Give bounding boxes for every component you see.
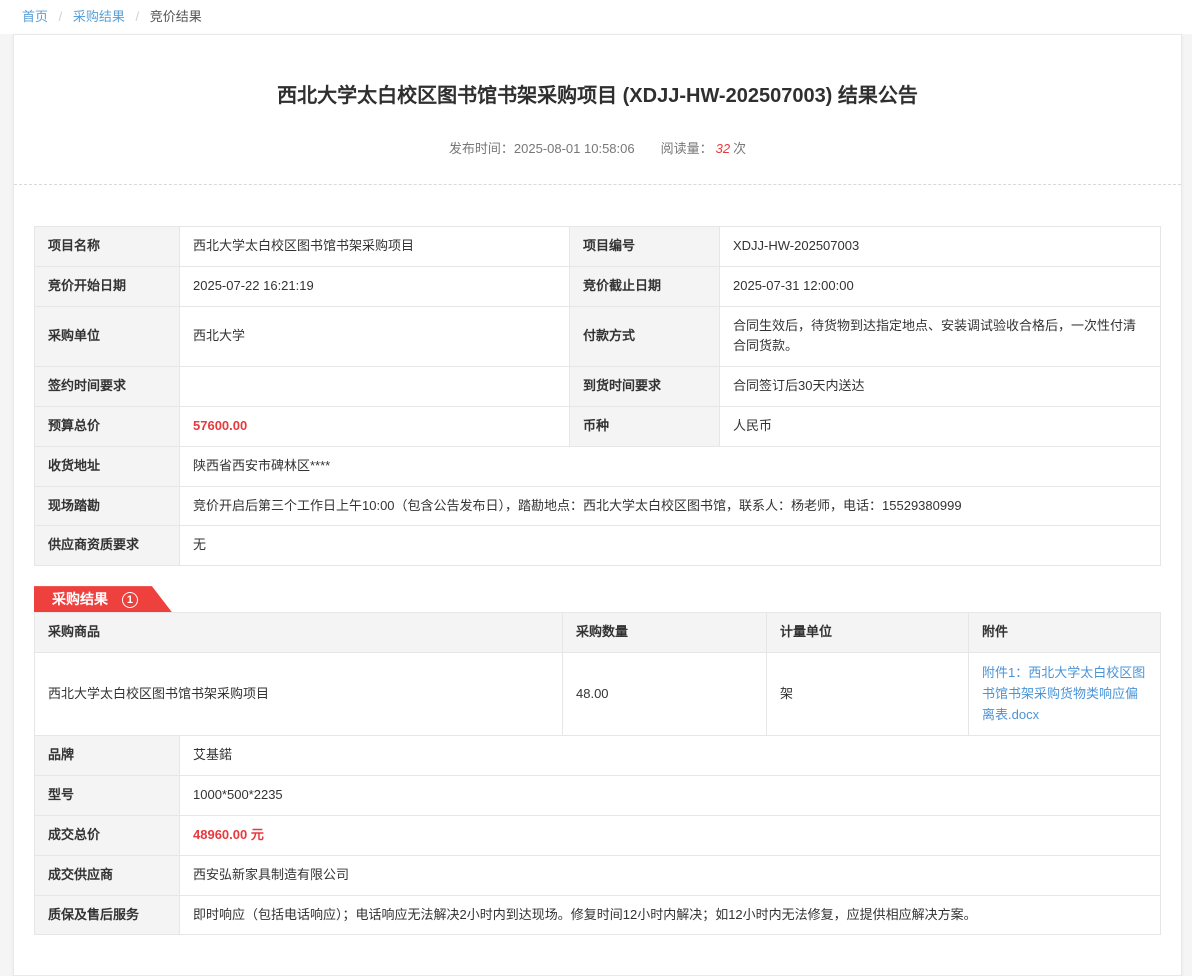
project-number-value: XDJJ-HW-202507003 bbox=[720, 227, 1161, 267]
delivery-address-label: 收货地址 bbox=[35, 446, 180, 486]
bid-start-label: 竞价开始日期 bbox=[35, 266, 180, 306]
breadcrumb-separator: / bbox=[136, 9, 140, 24]
breadcrumb: 首页 / 采购结果 / 竞价结果 bbox=[0, 0, 1192, 34]
read-count-unit: 次 bbox=[733, 141, 746, 156]
badge-label: 采购结果 bbox=[52, 591, 108, 607]
signing-time-label: 签约时间要求 bbox=[35, 367, 180, 407]
project-number-label: 项目编号 bbox=[570, 227, 720, 267]
winning-supplier-label: 成交供应商 bbox=[35, 855, 180, 895]
deal-total-price-label: 成交总价 bbox=[35, 815, 180, 855]
model-value: 1000*500*2235 bbox=[180, 776, 1161, 816]
purchaser-value: 西北大学 bbox=[180, 306, 570, 367]
table-row: 成交供应商 西安弘新家具制造有限公司 bbox=[35, 855, 1161, 895]
product-name-value: 西北大学太白校区图书馆书架采购项目 bbox=[35, 652, 563, 735]
table-row: 签约时间要求 到货时间要求 合同签订后30天内送达 bbox=[35, 367, 1161, 407]
breadcrumb-home-link[interactable]: 首页 bbox=[22, 9, 48, 24]
delivery-time-value: 合同签订后30天内送达 bbox=[720, 367, 1161, 407]
table-row: 供应商资质要求 无 bbox=[35, 526, 1161, 566]
page-title: 西北大学太白校区图书馆书架采购项目 (XDJJ-HW-202507003) 结果… bbox=[34, 35, 1161, 108]
dashed-divider bbox=[14, 184, 1181, 185]
breadcrumb-current-page: 竞价结果 bbox=[150, 9, 202, 24]
supplier-qualification-value: 无 bbox=[180, 526, 1161, 566]
supplier-qualification-label: 供应商资质要求 bbox=[35, 526, 180, 566]
table-row: 型号 1000*500*2235 bbox=[35, 776, 1161, 816]
announcement-card: 西北大学太白校区图书馆书架采购项目 (XDJJ-HW-202507003) 结果… bbox=[13, 34, 1182, 976]
payment-method-label: 付款方式 bbox=[570, 306, 720, 367]
attachment-column-header: 附件 bbox=[969, 613, 1161, 653]
breadcrumb-separator: / bbox=[59, 9, 63, 24]
read-count-value: 32 bbox=[716, 141, 730, 156]
badge-count: 1 bbox=[122, 592, 138, 608]
table-row: 质保及售后服务 即时响应（包括电话响应）；电话响应无法解决2小时内到达现场。修复… bbox=[35, 895, 1161, 935]
currency-label: 币种 bbox=[570, 406, 720, 446]
table-row: 竞价开始日期 2025-07-22 16:21:19 竞价截止日期 2025-0… bbox=[35, 266, 1161, 306]
project-name-value: 西北大学太白校区图书馆书架采购项目 bbox=[180, 227, 570, 267]
brand-value: 艾基鍩 bbox=[180, 736, 1161, 776]
unit-value: 架 bbox=[767, 652, 969, 735]
table-row: 收货地址 陕西省西安市碑林区**** bbox=[35, 446, 1161, 486]
publish-time-value: 2025-08-01 10:58:06 bbox=[514, 141, 635, 156]
table-header-row: 采购商品 采购数量 计量单位 附件 bbox=[35, 613, 1161, 653]
delivery-time-label: 到货时间要求 bbox=[570, 367, 720, 407]
quantity-value: 48.00 bbox=[563, 652, 767, 735]
table-row: 品牌 艾基鍩 bbox=[35, 736, 1161, 776]
procurement-result-badge: 采购结果 1 bbox=[34, 586, 172, 612]
site-survey-label: 现场踏勘 bbox=[35, 486, 180, 526]
breadcrumb-procurement-results-link[interactable]: 采购结果 bbox=[73, 9, 125, 24]
table-row: 预算总价 57600.00 币种 人民币 bbox=[35, 406, 1161, 446]
purchaser-label: 采购单位 bbox=[35, 306, 180, 367]
payment-method-value: 合同生效后，待货物到达指定地点、安装调试验收合格后，一次性付清合同货款。 bbox=[720, 306, 1161, 367]
unit-column-header: 计量单位 bbox=[767, 613, 969, 653]
bid-deadline-label: 竞价截止日期 bbox=[570, 266, 720, 306]
deal-total-price-value: 48960.00 元 bbox=[180, 815, 1161, 855]
signing-time-value bbox=[180, 367, 570, 407]
budget-total-label: 预算总价 bbox=[35, 406, 180, 446]
table-row: 项目名称 西北大学太白校区图书馆书架采购项目 项目编号 XDJJ-HW-2025… bbox=[35, 227, 1161, 267]
table-row: 西北大学太白校区图书馆书架采购项目 48.00 架 附件1：西北大学太白校区图书… bbox=[35, 652, 1161, 735]
read-count-label: 阅读量： bbox=[661, 141, 713, 156]
table-row: 现场踏勘 竞价开启后第三个工作日上午10:00（包含公告发布日），踏勘地点：西北… bbox=[35, 486, 1161, 526]
model-label: 型号 bbox=[35, 776, 180, 816]
quantity-column-header: 采购数量 bbox=[563, 613, 767, 653]
project-name-label: 项目名称 bbox=[35, 227, 180, 267]
warranty-service-label: 质保及售后服务 bbox=[35, 895, 180, 935]
bid-deadline-value: 2025-07-31 12:00:00 bbox=[720, 266, 1161, 306]
table-row: 成交总价 48960.00 元 bbox=[35, 815, 1161, 855]
currency-value: 人民币 bbox=[720, 406, 1161, 446]
announcement-meta: 发布时间：2025-08-01 10:58:06 阅读量：32次 bbox=[34, 138, 1161, 157]
brand-label: 品牌 bbox=[35, 736, 180, 776]
delivery-address-value: 陕西省西安市碑林区**** bbox=[180, 446, 1161, 486]
attachment-cell: 附件1：西北大学太白校区图书馆书架采购货物类响应偏离表.docx bbox=[969, 652, 1161, 735]
publish-time-label: 发布时间： bbox=[449, 141, 514, 156]
warranty-service-value: 即时响应（包括电话响应）；电话响应无法解决2小时内到达现场。修复时间12小时内解… bbox=[180, 895, 1161, 935]
deal-detail-table: 品牌 艾基鍩 型号 1000*500*2235 成交总价 48960.00 元 … bbox=[34, 735, 1161, 935]
project-info-table: 项目名称 西北大学太白校区图书馆书架采购项目 项目编号 XDJJ-HW-2025… bbox=[34, 226, 1161, 566]
budget-total-value: 57600.00 bbox=[180, 406, 570, 446]
site-survey-value: 竞价开启后第三个工作日上午10:00（包含公告发布日），踏勘地点：西北大学太白校… bbox=[180, 486, 1161, 526]
procurement-result-table: 采购商品 采购数量 计量单位 附件 西北大学太白校区图书馆书架采购项目 48.0… bbox=[34, 612, 1161, 736]
table-row: 采购单位 西北大学 付款方式 合同生效后，待货物到达指定地点、安装调试验收合格后… bbox=[35, 306, 1161, 367]
attachment-link[interactable]: 附件1：西北大学太白校区图书馆书架采购货物类响应偏离表.docx bbox=[982, 665, 1145, 722]
product-column-header: 采购商品 bbox=[35, 613, 563, 653]
bid-start-value: 2025-07-22 16:21:19 bbox=[180, 266, 570, 306]
winning-supplier-value: 西安弘新家具制造有限公司 bbox=[180, 855, 1161, 895]
